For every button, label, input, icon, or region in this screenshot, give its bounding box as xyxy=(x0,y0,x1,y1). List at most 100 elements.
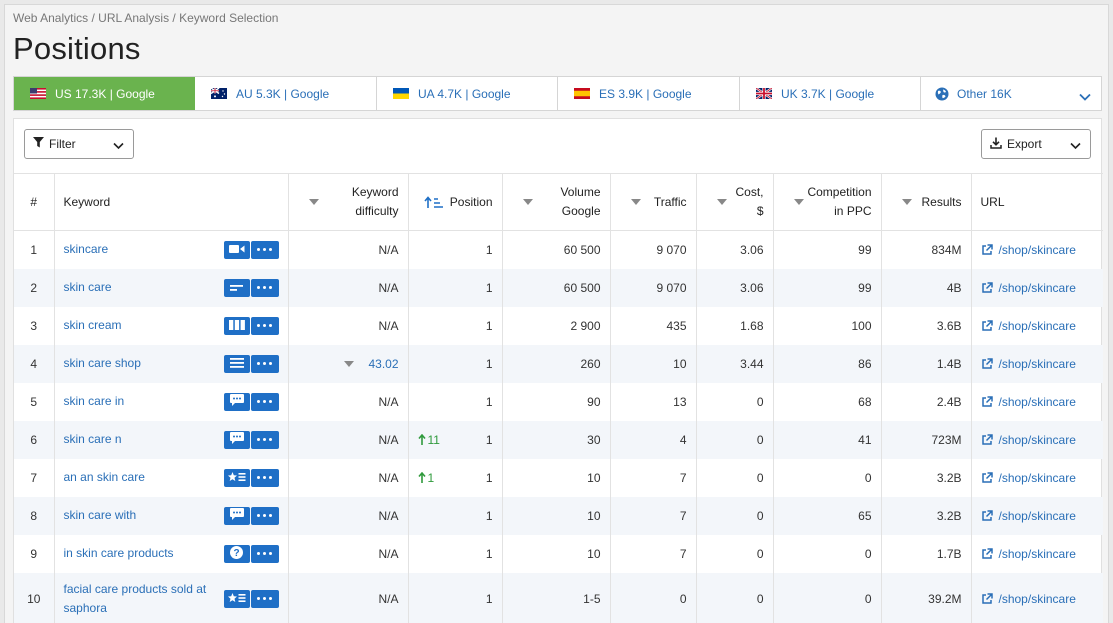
traffic-cell: 4 xyxy=(609,420,696,459)
external-link-icon xyxy=(981,592,993,604)
position-cell: 1 xyxy=(407,382,502,421)
external-link-icon xyxy=(981,357,993,369)
more-icon[interactable] xyxy=(250,506,279,525)
more-icon[interactable] xyxy=(250,544,279,563)
volume-cell: 10 xyxy=(501,496,610,535)
row-index: 7 xyxy=(30,470,38,485)
external-link-icon xyxy=(981,319,993,331)
serp-features xyxy=(223,316,279,335)
difficulty-cell: N/A xyxy=(287,572,408,623)
url-link[interactable]: /shop/skincare xyxy=(981,319,1095,333)
comment-icon xyxy=(229,508,244,523)
position-value: 1 xyxy=(485,280,493,295)
expand-arrow-icon[interactable] xyxy=(344,361,355,368)
url-text: /shop/skincare xyxy=(998,470,1076,485)
serp-feature-button[interactable] xyxy=(223,316,250,335)
export-button[interactable]: Export xyxy=(981,129,1091,159)
country-tabs: US 17.3K | Google AU 5.3K | Google UA 4.… xyxy=(13,76,1102,111)
table-row: 5 skin care in N/A 1 90 13 0 68 2.4B /sh… xyxy=(14,382,1103,421)
chevron-down-icon[interactable] xyxy=(1079,90,1091,104)
keyword-cell: skin care shop xyxy=(53,344,288,383)
more-icon[interactable] xyxy=(250,240,279,259)
column-competition-line1: Competition xyxy=(807,185,872,199)
column-competition[interactable]: Competition in PPC xyxy=(772,173,881,231)
column-position[interactable]: Position xyxy=(407,173,502,231)
tab-label: ES 3.9K | Google xyxy=(599,86,692,101)
results-cell: 1.4B xyxy=(880,344,971,383)
serp-feature-button[interactable]: ? xyxy=(223,544,250,563)
url-cell: /shop/skincare xyxy=(970,306,1103,345)
keyword-cell: skin care xyxy=(53,268,288,307)
column-volume[interactable]: Volume Google xyxy=(501,173,610,231)
serp-feature-button[interactable] xyxy=(223,468,250,487)
column-cost[interactable]: Cost, $ xyxy=(695,173,773,231)
serp-feature-button[interactable] xyxy=(223,430,250,449)
table-row: 8 skin care with N/A 1 10 7 0 65 3.2B /s… xyxy=(14,496,1103,535)
url-link[interactable]: /shop/skincare xyxy=(981,547,1095,561)
comment-icon xyxy=(229,432,244,447)
more-icon[interactable] xyxy=(250,430,279,449)
url-cell: /shop/skincare xyxy=(970,496,1103,535)
column-results[interactable]: Results xyxy=(880,173,971,231)
url-cell: /shop/skincare xyxy=(970,344,1103,383)
column-difficulty[interactable]: Keyword difficulty xyxy=(287,173,408,231)
serp-feature-button[interactable] xyxy=(223,506,250,525)
url-text: /shop/skincare xyxy=(998,546,1076,561)
more-icon[interactable] xyxy=(250,392,279,411)
url-link[interactable]: /shop/skincare xyxy=(981,433,1095,447)
keyword-cell: skin care with xyxy=(53,496,288,535)
traffic-cell: 9 070 xyxy=(609,268,696,307)
filter-button[interactable]: Filter xyxy=(24,129,134,159)
more-icon[interactable] xyxy=(250,354,279,373)
tab-other[interactable]: Other 16K xyxy=(921,77,1101,110)
row-index: 3 xyxy=(30,318,38,333)
review-icon xyxy=(227,592,246,606)
keywords-table: # Keyword Keyword difficulty Position Vo… xyxy=(14,173,1103,623)
difficulty-cell: N/A xyxy=(287,268,408,307)
position-value: 1 xyxy=(485,432,493,447)
filter-label: Filter xyxy=(49,137,76,151)
external-link-icon xyxy=(981,547,993,559)
tab-us[interactable]: US 17.3K | Google xyxy=(14,77,195,110)
serp-features xyxy=(223,430,279,449)
volume-cell: 30 xyxy=(501,420,610,459)
more-icon[interactable] xyxy=(250,468,279,487)
column-traffic[interactable]: Traffic xyxy=(609,173,696,231)
more-icon[interactable] xyxy=(250,589,279,608)
volume-cell: 1-5 xyxy=(501,572,610,623)
url-cell: /shop/skincare xyxy=(970,458,1103,497)
column-url[interactable]: URL xyxy=(970,173,1103,231)
url-link[interactable]: /shop/skincare xyxy=(981,395,1095,409)
serp-feature-button[interactable] xyxy=(223,240,250,259)
column-difficulty-line2: difficulty xyxy=(355,204,399,218)
url-link[interactable]: /shop/skincare xyxy=(981,243,1095,257)
url-link[interactable]: /shop/skincare xyxy=(981,281,1095,295)
position-value: 1 xyxy=(485,356,493,371)
url-link[interactable]: /shop/skincare xyxy=(981,509,1095,523)
serp-features xyxy=(223,392,279,411)
serp-feature-button[interactable] xyxy=(223,589,250,608)
serp-feature-button[interactable] xyxy=(223,392,250,411)
url-link[interactable]: /shop/skincare xyxy=(981,592,1095,606)
url-link[interactable]: /shop/skincare xyxy=(981,471,1095,485)
serp-features xyxy=(223,240,279,259)
export-label: Export xyxy=(1007,137,1042,151)
tab-es[interactable]: ES 3.9K | Google xyxy=(558,77,740,110)
position-cell: 11 1 xyxy=(407,420,502,459)
url-link[interactable]: /shop/skincare xyxy=(981,357,1095,371)
tab-ua[interactable]: UA 4.7K | Google xyxy=(377,77,558,110)
more-icon[interactable] xyxy=(250,278,279,297)
serp-feature-button[interactable] xyxy=(223,354,250,373)
traffic-cell: 13 xyxy=(609,382,696,421)
tab-uk[interactable]: UK 3.7K | Google xyxy=(740,77,921,110)
chevron-down-icon xyxy=(113,139,124,153)
cost-cell: 3.06 xyxy=(695,268,773,307)
video-icon xyxy=(228,243,245,257)
difficulty-cell: N/A xyxy=(287,382,408,421)
more-icon[interactable] xyxy=(250,316,279,335)
column-keyword[interactable]: Keyword xyxy=(53,173,288,231)
tab-au[interactable]: AU 5.3K | Google xyxy=(195,77,377,110)
serp-feature-button[interactable] xyxy=(223,278,250,297)
cost-cell: 0 xyxy=(695,572,773,623)
difficulty-value[interactable]: 43.02 xyxy=(368,357,398,371)
